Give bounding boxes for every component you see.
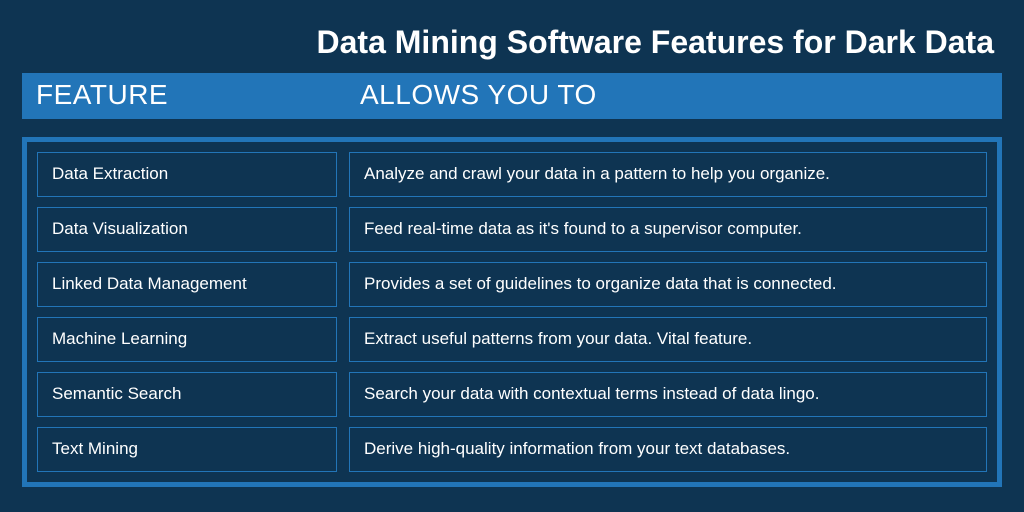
feature-name: Data Extraction [37,152,337,197]
table-row: Linked Data Management Provides a set of… [37,262,987,307]
feature-name: Semantic Search [37,372,337,417]
table-row: Semantic Search Search your data with co… [37,372,987,417]
column-header-allows: ALLOWS YOU TO [352,79,1002,111]
feature-table: Data Extraction Analyze and crawl your d… [22,137,1002,487]
feature-desc: Derive high-quality information from you… [349,427,987,472]
feature-name: Text Mining [37,427,337,472]
feature-name: Machine Learning [37,317,337,362]
feature-name: Linked Data Management [37,262,337,307]
table-row: Machine Learning Extract useful patterns… [37,317,987,362]
feature-desc: Search your data with contextual terms i… [349,372,987,417]
column-header-feature: FEATURE [22,79,352,111]
feature-name: Data Visualization [37,207,337,252]
table-header-row: FEATURE ALLOWS YOU TO [22,73,1002,119]
table-row: Text Mining Derive high-quality informat… [37,427,987,472]
feature-desc: Provides a set of guidelines to organize… [349,262,987,307]
feature-desc: Extract useful patterns from your data. … [349,317,987,362]
page-title: Data Mining Software Features for Dark D… [0,0,1024,73]
table-row: Data Visualization Feed real-time data a… [37,207,987,252]
feature-desc: Analyze and crawl your data in a pattern… [349,152,987,197]
feature-desc: Feed real-time data as it's found to a s… [349,207,987,252]
table-row: Data Extraction Analyze and crawl your d… [37,152,987,197]
